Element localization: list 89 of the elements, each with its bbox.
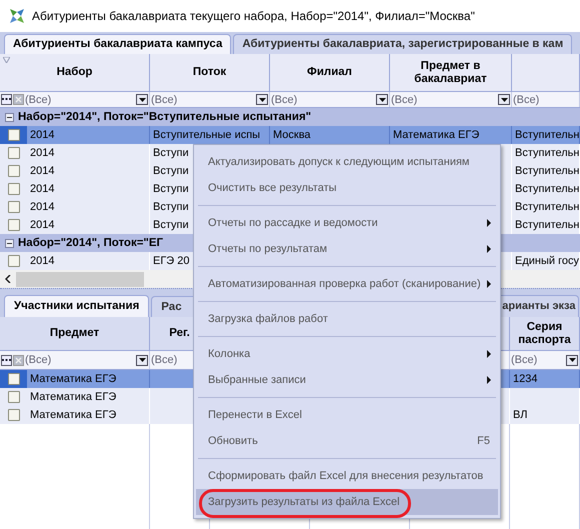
filter-field[interactable]: (Все) [25,354,135,366]
checkbox[interactable] [8,219,20,231]
table-cell-text: Математика ЕГЭ [392,129,480,141]
table-cell-text: 2014 [29,219,54,231]
table-cell-text: 2014 [29,255,54,267]
table-cell-text: 1234 [512,373,538,385]
dropdown-button[interactable] [498,94,510,105]
caret-down-icon [568,358,576,362]
checkbox[interactable] [8,147,20,159]
table-cell-text: 2014 [29,129,54,141]
table-cell-text: Вступи [152,165,189,177]
checkbox[interactable] [8,129,20,141]
table-cell-text: ЕГЭ 20 [152,255,190,267]
submenu-arrow-icon [487,350,491,358]
table-cell-text: 2014 [29,201,54,213]
menu-item[interactable]: Загрузить результаты из файла Excel [196,489,498,515]
checkbox[interactable] [8,255,20,267]
ellipsis-icon [2,98,11,101]
table-cell-text: Математика ЕГЭ [29,409,116,421]
close-icon [15,356,22,364]
table-cell-text: Единый госу [514,255,579,267]
submenu-arrow-icon [487,280,491,288]
tab[interactable]: Участники испытания [4,295,150,317]
group-label: Набор="2014", Поток="ЕГ [18,237,164,249]
checkbox[interactable] [8,409,20,421]
menu-item[interactable]: Очистить все результаты [196,175,498,201]
menu-item[interactable]: Автоматизированная проверка работ (сканирование) [196,271,498,297]
submenu-arrow-icon [487,376,491,384]
submenu-arrow-icon [487,219,491,227]
filter-field[interactable]: (Все) [151,94,255,106]
table-cell-text: Вступительн [514,183,579,195]
caret-down-icon [138,358,146,362]
table-cell-text: Математика ЕГЭ [29,373,116,385]
caret-down-icon [138,98,146,102]
filter-field[interactable]: (Все) [25,94,135,106]
filter-field[interactable]: (Все) [513,94,578,106]
table-cell-text: Вступительн [514,147,579,159]
table-cell-text: Вступи [152,183,189,195]
dropdown-button[interactable] [136,94,148,105]
checkbox[interactable] [8,201,20,213]
menu-item[interactable]: Отчеты по рассадке и ведомости [196,210,498,236]
menu-item[interactable]: Актуализировать допуск к следующим испытаниям [196,149,498,175]
dropdown-button[interactable] [376,94,388,105]
group-label: Набор="2014", Поток="Вступительные испытания" [18,111,312,123]
table-cell-text: Вступительн [514,201,579,213]
table-cell-text: 2014 [29,147,54,159]
table-cell-text: ВЛ [512,409,528,421]
caret-down-icon [378,98,386,102]
table-cell-text: Москва [272,129,311,141]
table-cell-text: Вступительн [514,219,579,231]
checkbox[interactable] [8,165,20,177]
table-cell-text: Математика ЕГЭ [29,391,116,403]
checkbox[interactable] [8,183,20,195]
table-cell-text: 2014 [29,165,54,177]
menu-item[interactable]: Отчеты по результатам [196,236,498,262]
scroll-left-button[interactable] [3,275,13,283]
submenu-arrow-icon [487,245,491,253]
dropdown-button[interactable] [566,354,578,366]
table-cell-text: Вступи [152,201,189,213]
dropdown-button[interactable] [256,94,268,105]
table-cell-text: Вступительн [514,129,579,141]
caret-down-icon [258,98,266,102]
checkbox[interactable] [8,373,20,385]
menu-item[interactable]: Выбранные записи [196,367,498,393]
collapse-icon[interactable] [5,112,14,122]
app-icon [8,7,26,25]
tab[interactable]: Абитуриенты бакалавриата кампуса [4,34,232,54]
table-cell-text: Вступи [152,147,189,159]
filter-field[interactable]: (Все) [391,94,497,106]
close-icon [15,96,22,103]
checkbox[interactable] [8,391,20,403]
table-cell-text: Вступительн [514,165,579,177]
window-title: Абитуриенты бакалавриата текущего набора, Набор="2014", Филиал="Москва" [32,9,475,23]
filter-field[interactable]: (Все) [511,354,565,366]
dropdown-button[interactable] [136,354,148,366]
collapse-icon[interactable] [5,238,14,248]
menu-item[interactable]: Обновить F5 [196,428,498,454]
table-cell-text: 2014 [29,183,54,195]
table-cell-text: Вступи [152,219,189,231]
menu-item[interactable]: Перенести в Excel [196,402,498,428]
more-button[interactable] [1,354,12,366]
menu-item[interactable]: Сформировать файл Excel для внесения результатов [196,463,498,489]
tab[interactable]: Абитуриенты бакалавриата, зарегистрированные в кам [233,34,572,54]
ellipsis-icon [2,358,11,362]
scroll-thumb[interactable] [16,272,144,286]
filter-field[interactable]: (Все) [271,94,375,106]
caret-down-icon [500,98,508,102]
table-cell-text: Вступительные испы [152,129,260,141]
more-button[interactable] [1,94,12,105]
